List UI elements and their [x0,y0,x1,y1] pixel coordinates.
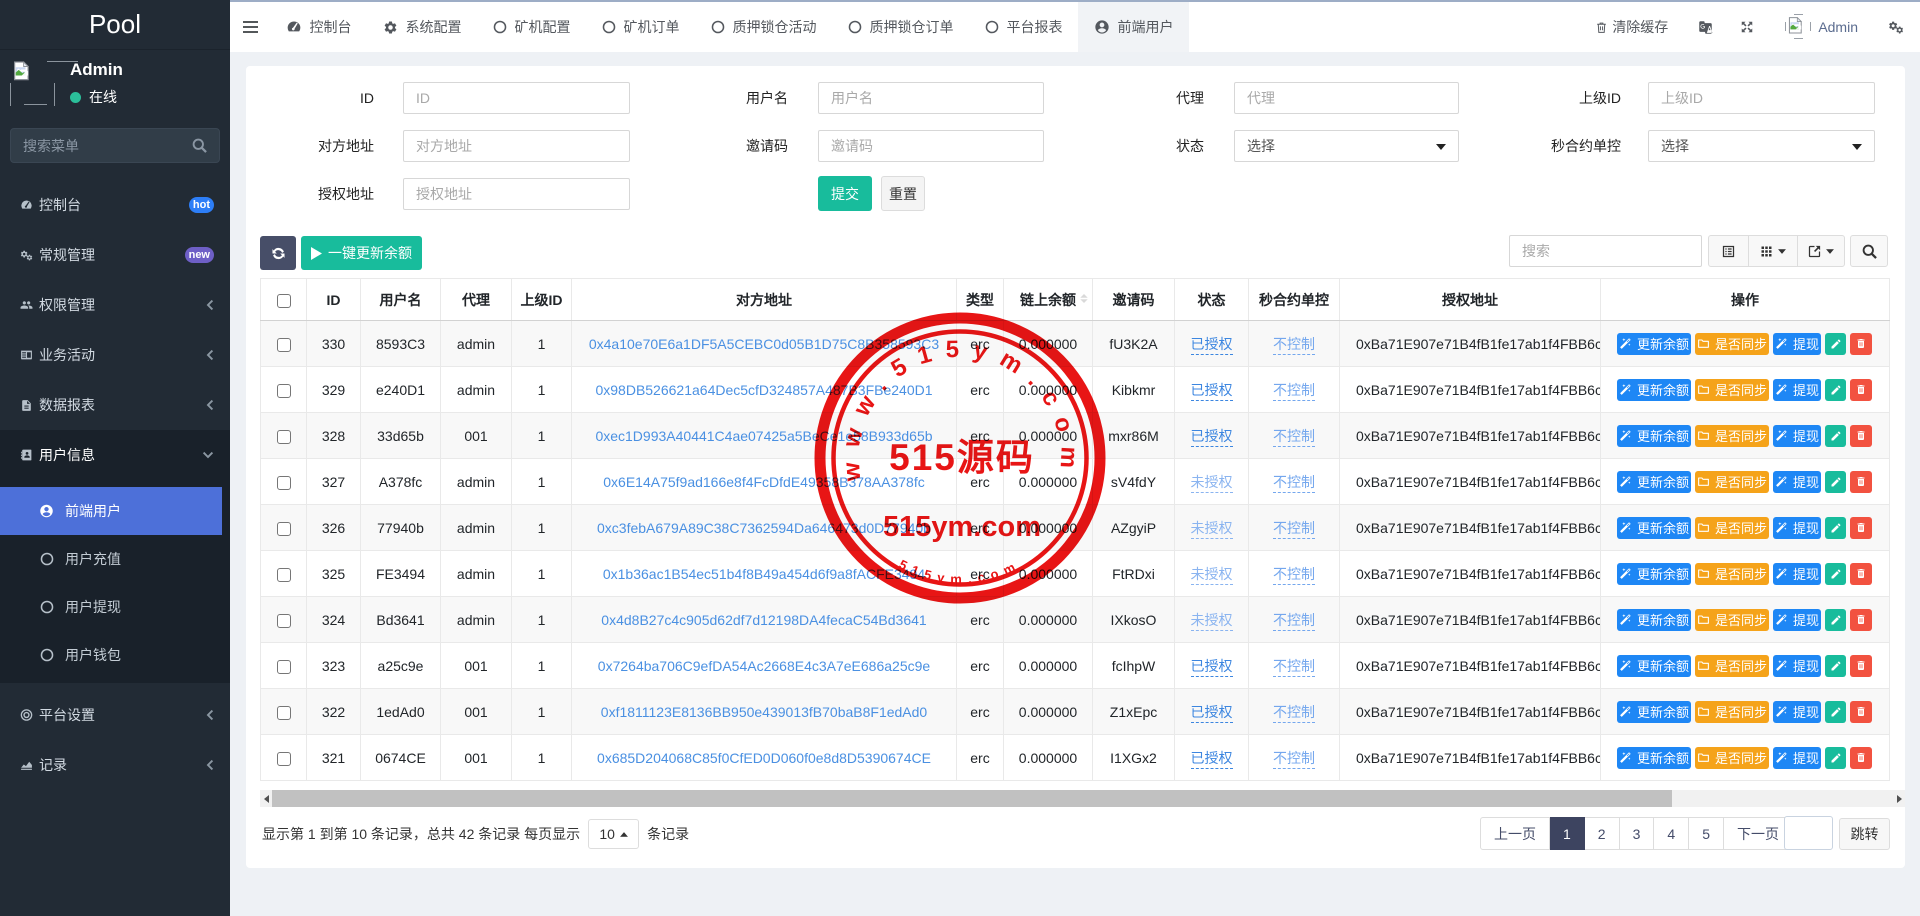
svg-text:515源码: 515源码 [889,437,1035,478]
svg-text:515ym.com: 515ym.com [883,511,1041,543]
svg-text:515ym.com: 515ym.com [897,557,1024,587]
